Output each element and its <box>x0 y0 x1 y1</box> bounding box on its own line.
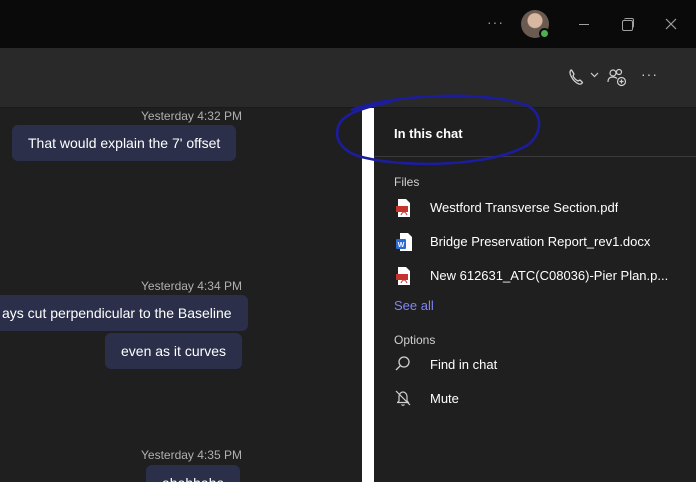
pdf-file-icon <box>396 199 410 217</box>
minimize-button[interactable] <box>574 14 594 34</box>
presence-available-badge <box>539 28 550 39</box>
message-bubble[interactable]: ays cut perpendicular to the Baseline <box>0 295 248 331</box>
file-item[interactable]: W Bridge Preservation Report_rev1.docx <box>394 229 694 255</box>
pane-title: In this chat <box>394 126 463 141</box>
search-icon <box>395 356 410 371</box>
file-name: Bridge Preservation Report_rev1.docx <box>430 234 651 249</box>
message-list: Yesterday 4:32 PM That would explain the… <box>0 108 362 482</box>
message-bubble[interactable]: That would explain the 7' offset <box>12 125 237 161</box>
pdf-file-icon <box>396 267 410 285</box>
pane-divider <box>362 108 374 482</box>
option-label: Mute <box>430 391 459 406</box>
options-section-label: Options <box>394 333 436 347</box>
file-name: Westford Transverse Section.pdf <box>430 200 619 215</box>
pane-separator <box>374 156 696 157</box>
chevron-down-icon[interactable] <box>590 72 599 78</box>
mute-option[interactable]: Mute <box>394 387 674 411</box>
find-in-chat-option[interactable]: Find in chat <box>394 353 674 377</box>
message-bubble[interactable]: even as it curves <box>105 333 243 369</box>
message-timestamp: Yesterday 4:35 PM <box>141 448 242 462</box>
file-item[interactable]: New 612631_ATC(C08036)-Pier Plan.p... <box>394 263 694 289</box>
files-section-label: Files <box>394 175 420 189</box>
phone-icon[interactable] <box>568 68 584 86</box>
title-bar: ··· <box>0 0 696 48</box>
more-options-icon[interactable]: ··· <box>487 14 504 30</box>
chat-header: ··· <box>0 48 696 108</box>
bell-off-icon <box>395 390 411 406</box>
maximize-button[interactable] <box>617 14 637 34</box>
see-all-link[interactable]: See all <box>394 298 434 313</box>
file-name: New 612631_ATC(C08036)-Pier Plan.p... <box>430 268 669 283</box>
file-item[interactable]: Westford Transverse Section.pdf <box>394 195 694 221</box>
svg-text:W: W <box>398 242 405 249</box>
close-icon <box>665 18 677 30</box>
message-bubble[interactable]: ahahhaha <box>146 465 241 482</box>
in-this-chat-pane: In this chat Files Westford Transverse S… <box>374 108 696 482</box>
people-add-icon[interactable] <box>607 67 627 87</box>
message-timestamp: Yesterday 4:32 PM <box>141 109 242 123</box>
close-button[interactable] <box>661 14 681 34</box>
message-timestamp: Yesterday 4:34 PM <box>141 279 242 293</box>
more-icon[interactable]: ··· <box>641 66 658 82</box>
option-label: Find in chat <box>430 357 498 372</box>
word-file-icon: W <box>396 233 412 251</box>
